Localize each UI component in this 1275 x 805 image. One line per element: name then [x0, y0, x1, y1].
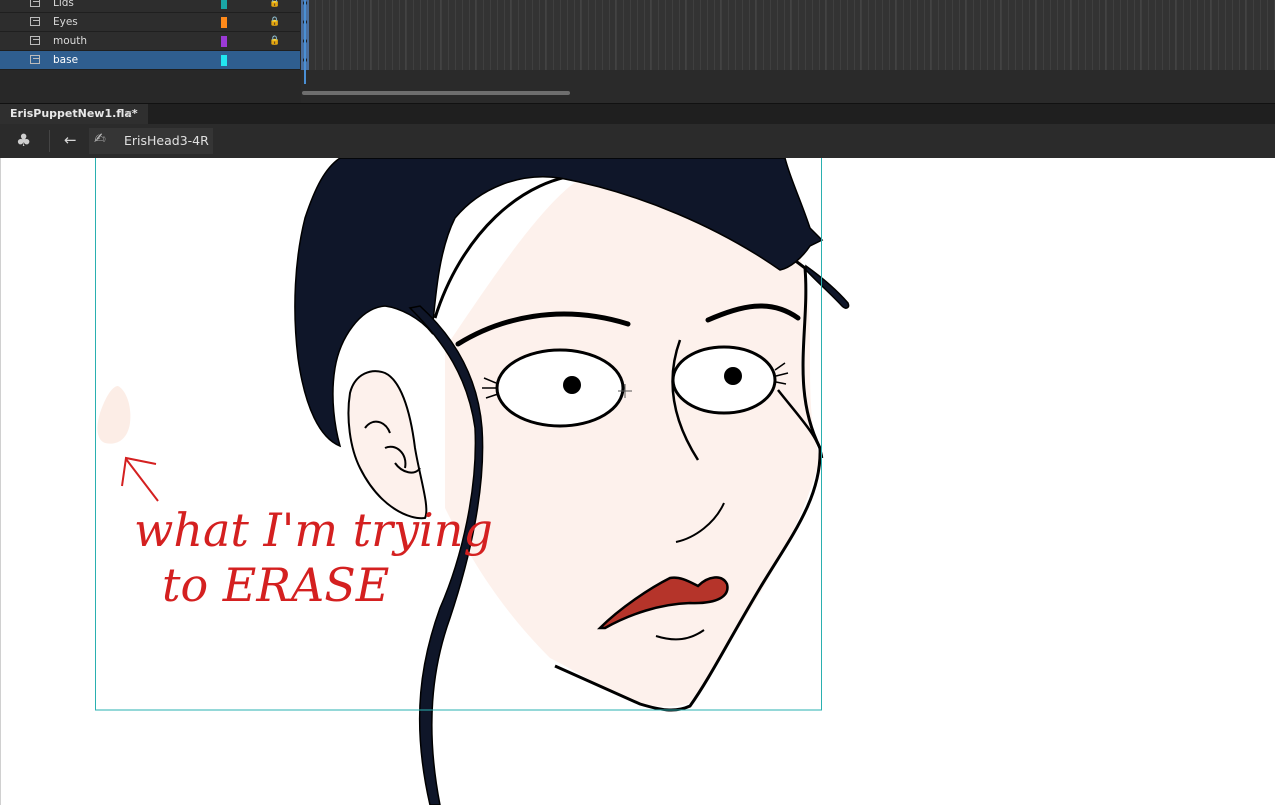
- divider: [49, 130, 50, 152]
- layer-row-base[interactable]: base: [0, 51, 300, 70]
- layer-name: mouth: [53, 35, 88, 47]
- lock-icon[interactable]: 🔒: [269, 17, 280, 27]
- layer-icon: [30, 17, 40, 26]
- timeline-panel: Lids 🔒 Eyes 🔒 mouth 🔒 base: [0, 0, 1275, 103]
- symbol-breadcrumb[interactable]: ✍ ErisHead3-4R: [89, 128, 213, 154]
- layer-list: Lids 🔒 Eyes 🔒 mouth 🔒 base: [0, 0, 300, 70]
- symbol-name: ErisHead3-4R: [124, 133, 209, 148]
- frame-grid-footer: [301, 70, 1275, 103]
- layer-icon: [30, 0, 40, 7]
- timeline-scrollbar-thumb[interactable]: [302, 91, 570, 95]
- lock-icon[interactable]: 🔒: [269, 36, 280, 46]
- layer-name: Eyes: [53, 16, 78, 28]
- symbol-icon: ✍: [94, 131, 106, 147]
- layer-color-swatch[interactable]: [221, 55, 227, 66]
- back-arrow-icon[interactable]: ←: [64, 131, 77, 149]
- stage-canvas[interactable]: what I'm trying to ERASE: [0, 158, 1275, 805]
- scene-icon[interactable]: ♣: [16, 132, 31, 150]
- layer-name: base: [53, 54, 79, 66]
- eye-right[interactable]: [671, 345, 777, 415]
- pupil-right: [724, 367, 742, 385]
- playhead[interactable]: [304, 0, 306, 84]
- annotation-arrow: [121, 456, 159, 502]
- document-tab-title: ErisPuppetNew1.fla*: [10, 107, 138, 120]
- annotation-line2: to ERASE: [162, 558, 389, 612]
- annotation-line1: what I'm trying: [134, 503, 493, 557]
- layer-row-lids[interactable]: Lids 🔒: [0, 0, 300, 13]
- layer-color-swatch[interactable]: [221, 17, 227, 28]
- close-icon[interactable]: ×: [124, 107, 133, 120]
- layer-name: Lids: [53, 0, 74, 9]
- document-tab-bar: ErisPuppetNew1.fla* ×: [0, 103, 1275, 125]
- layer-icon: [30, 55, 40, 64]
- hair-strand-right: [805, 264, 850, 309]
- layer-color-swatch[interactable]: [221, 0, 227, 9]
- ear[interactable]: [347, 370, 428, 520]
- layer-icon: [30, 36, 40, 45]
- layer-row-eyes[interactable]: Eyes 🔒: [0, 13, 300, 32]
- layer-color-swatch[interactable]: [221, 36, 227, 47]
- layer-row-mouth[interactable]: mouth 🔒: [0, 32, 300, 51]
- lock-icon[interactable]: 🔒: [269, 0, 280, 8]
- frame-grid[interactable]: [301, 0, 1275, 70]
- stage-artwork: what I'm trying to ERASE: [0, 158, 850, 805]
- pupil-left: [563, 376, 581, 394]
- stray-fragment[interactable]: [97, 386, 131, 444]
- eye-left[interactable]: [495, 348, 625, 428]
- edit-bar: ♣ ← ✍ ErisHead3-4R: [0, 124, 1275, 159]
